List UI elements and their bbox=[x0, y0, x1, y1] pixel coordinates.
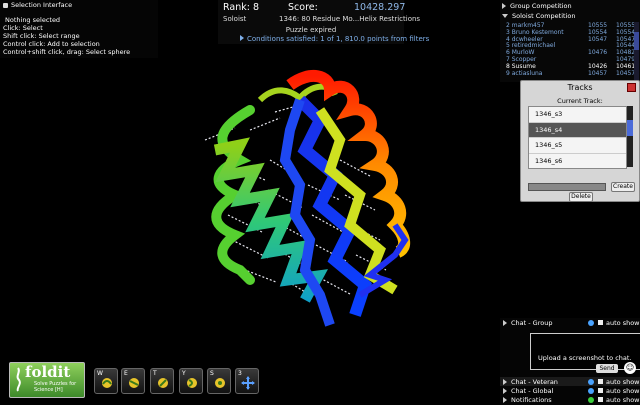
notifications-toggle[interactable]: Notifications auto show bbox=[500, 395, 640, 404]
sidechain-icon bbox=[215, 378, 225, 388]
triangle-right-icon bbox=[503, 387, 507, 394]
foldit-figure-icon bbox=[16, 367, 21, 392]
chat-panel: Chat - Group auto show Upload a screensh… bbox=[500, 318, 640, 405]
tweak-icon bbox=[158, 378, 168, 388]
scrollbar-thumb[interactable] bbox=[627, 120, 633, 136]
list-item[interactable]: 9 actiasluna 10457 10457 bbox=[506, 69, 636, 77]
upload-screenshot-text: Upload a screenshot to chat. bbox=[538, 354, 632, 362]
soloist-competition-label: Soloist Competition bbox=[512, 11, 576, 20]
list-item[interactable]: 5 retiredmichael 10544 bbox=[506, 42, 635, 49]
chat-veteran-label: Chat - Veteran bbox=[511, 377, 558, 386]
rebuild-tool-button[interactable]: Y bbox=[179, 368, 203, 394]
move-tool-button[interactable]: 3 bbox=[235, 368, 259, 394]
current-track-label: Current Track: bbox=[557, 97, 603, 105]
auto-show-checkbox[interactable] bbox=[598, 379, 603, 384]
auto-show-label: auto show bbox=[606, 395, 640, 404]
info-icon[interactable] bbox=[588, 378, 594, 385]
tracks-title: Tracks bbox=[567, 83, 593, 92]
send-button[interactable]: Send bbox=[596, 364, 618, 373]
chat-input[interactable] bbox=[530, 333, 640, 370]
triangle-right-icon bbox=[503, 319, 507, 326]
triangle-right-icon bbox=[502, 2, 506, 9]
track-item[interactable]: 1346_s3 bbox=[529, 107, 626, 123]
info-icon[interactable] bbox=[588, 396, 594, 403]
wiggle-tool-button[interactable]: W bbox=[94, 368, 118, 394]
triangle-down-icon bbox=[502, 13, 508, 18]
shake-icon bbox=[129, 378, 139, 388]
info-icon[interactable] bbox=[588, 319, 594, 326]
info-icon[interactable] bbox=[588, 387, 594, 394]
player-list: 2 markm457 10555 10555 3 Bruno Kestemont 10… bbox=[506, 22, 636, 77]
close-icon[interactable] bbox=[627, 83, 636, 92]
auto-show-checkbox[interactable] bbox=[598, 388, 603, 393]
chat-global-toggle[interactable]: Chat - Global auto show bbox=[500, 386, 640, 395]
track-item[interactable]: 1346_s6 bbox=[529, 154, 626, 169]
smiley-icon[interactable]: ☺ bbox=[624, 362, 636, 374]
soloist-competition-toggle[interactable]: Soloist Competition bbox=[502, 11, 575, 20]
chat-group-label: Chat - Group bbox=[511, 318, 553, 327]
track-list-scrollbar[interactable] bbox=[627, 106, 633, 167]
player-list-scrollbar[interactable] bbox=[634, 22, 639, 80]
move-arrows-icon bbox=[241, 376, 255, 390]
track-item-selected[interactable]: 1346_s4 bbox=[529, 122, 626, 138]
scrollbar-thumb[interactable] bbox=[634, 32, 639, 50]
player-name: 9 actiasluna bbox=[506, 69, 543, 77]
list-item[interactable]: 2 markm457 10555 10555 bbox=[506, 22, 635, 29]
list-item-current-player[interactable]: 8 Susume 10426 10461 bbox=[506, 63, 635, 70]
triangle-right-icon bbox=[503, 396, 507, 403]
foldit-logo: foldit Solve Puzzles for Science [H] bbox=[9, 362, 85, 398]
chat-group-toggle[interactable]: Chat - Group auto show bbox=[500, 318, 640, 327]
track-list: 1346_s3 1346_s4 1346_s5 1346_s6 default bbox=[528, 106, 627, 169]
competition-panel: Group Competition Soloist Competition 2 … bbox=[500, 0, 640, 82]
rebuild-icon bbox=[187, 378, 197, 388]
auto-show-label: auto show bbox=[606, 377, 640, 386]
auto-show-label: auto show bbox=[606, 386, 640, 395]
auto-show-label: auto show bbox=[606, 318, 640, 327]
tracks-panel: Tracks Current Track: 1346_s3 1346_s4 13… bbox=[520, 80, 640, 202]
group-competition-toggle[interactable]: Group Competition bbox=[502, 1, 572, 10]
loop-top bbox=[257, 83, 338, 103]
list-item[interactable]: 3 Bruno Kestemont 10554 10554 bbox=[506, 29, 635, 36]
shake-sidechains-tool-button[interactable]: S bbox=[207, 368, 231, 394]
logo-tagline: Solve Puzzles for Science [H] bbox=[34, 381, 77, 393]
auto-show-checkbox[interactable] bbox=[598, 397, 603, 402]
track-name-input[interactable] bbox=[528, 183, 606, 191]
notifications-label: Notifications bbox=[511, 395, 552, 404]
auto-show-checkbox[interactable] bbox=[598, 320, 603, 325]
logo-word: foldit bbox=[25, 363, 71, 381]
delete-track-button[interactable]: Delete bbox=[569, 192, 593, 202]
track-item[interactable]: 1346_s5 bbox=[529, 138, 626, 154]
wiggle-icon bbox=[102, 378, 112, 388]
list-item[interactable]: 4 dcwheeler 10547 10547 bbox=[506, 36, 635, 43]
shake-tool-button[interactable]: E bbox=[121, 368, 145, 394]
create-track-button[interactable]: Create bbox=[611, 182, 635, 192]
group-competition-label: Group Competition bbox=[510, 1, 572, 10]
list-item[interactable]: 6 MurloW 10476 10482 bbox=[506, 49, 635, 56]
triangle-right-icon bbox=[503, 378, 507, 385]
list-item[interactable]: 7 Scopper 10479 bbox=[506, 56, 635, 63]
chat-veteran-toggle[interactable]: Chat - Veteran auto show bbox=[500, 377, 640, 386]
player-score-best: 10457 bbox=[616, 69, 636, 77]
chat-global-label: Chat - Global bbox=[511, 386, 554, 395]
player-score: 10457 bbox=[588, 69, 608, 77]
tweak-tool-button[interactable]: T bbox=[150, 368, 174, 394]
